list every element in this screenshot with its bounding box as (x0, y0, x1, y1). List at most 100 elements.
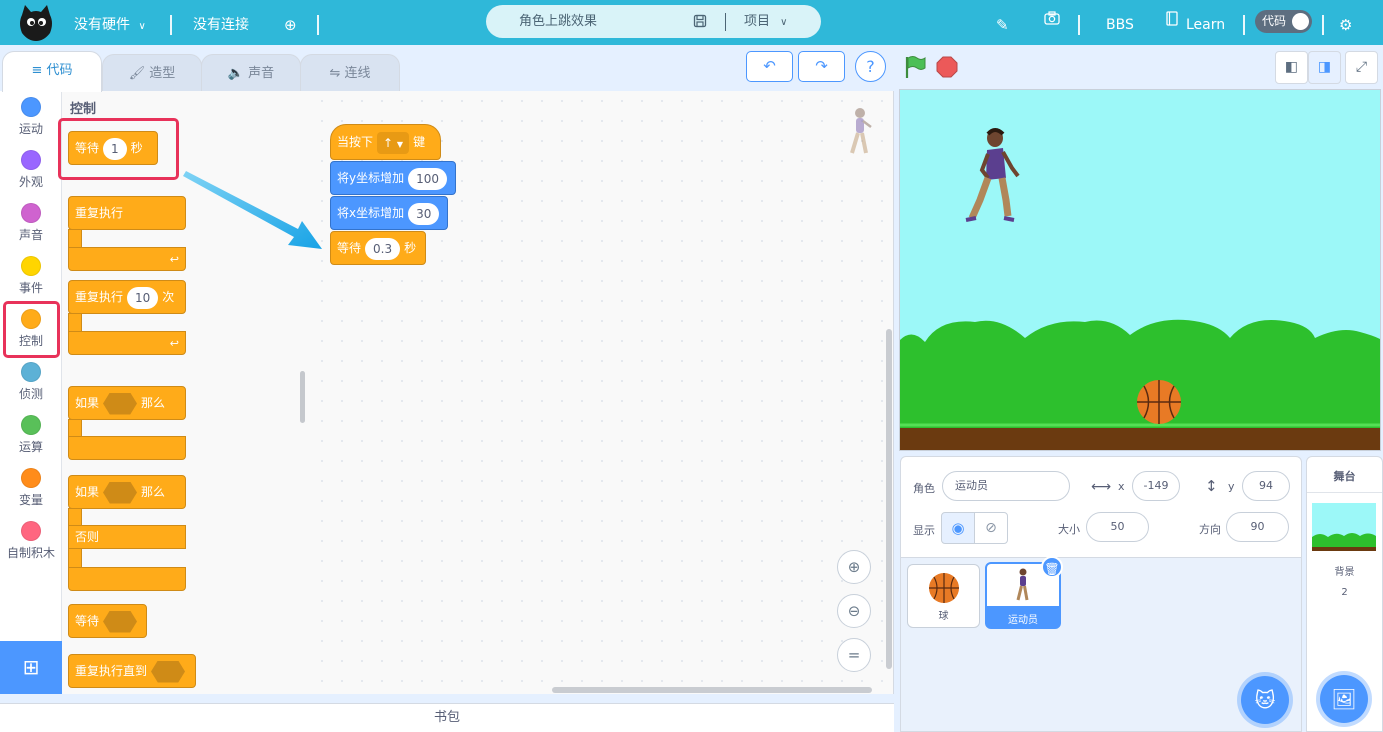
large-stage-button[interactable]: ◨ (1308, 51, 1341, 84)
condition-slot[interactable] (103, 392, 138, 415)
change-x-block[interactable]: 将x坐标增加 30 (330, 196, 448, 230)
when-key-pressed-block[interactable]: 当按下 ↑ ▼ 键 (330, 124, 441, 160)
category-label: 自制积木 (6, 546, 55, 560)
zoom-out-button[interactable]: ⊖ (837, 594, 871, 628)
category-dot (21, 150, 41, 170)
size-input[interactable]: 50 (1086, 512, 1149, 542)
wiring-icon: ⇋ (329, 66, 341, 81)
hide-sprite-button[interactable]: ⊘ (974, 512, 1008, 544)
basketball-sprite[interactable] (1137, 380, 1181, 424)
tab-sound[interactable]: 🔈 声音 (201, 54, 301, 91)
category-operators[interactable]: 运算 (0, 415, 62, 455)
category-motion[interactable]: 运动 (0, 97, 62, 137)
category-label: 运算 (18, 440, 43, 454)
divider (1243, 15, 1245, 35)
camera-icon[interactable] (1044, 11, 1060, 25)
globe-icon[interactable]: ⊕ (284, 0, 297, 45)
add-sprite-button[interactable]: 🐱 (1241, 676, 1289, 724)
stage-panel-title: 舞台 (1307, 457, 1382, 493)
stop-icon[interactable] (936, 56, 958, 78)
if-then-block[interactable]: 如果 那么 (68, 386, 186, 420)
add-extension-button[interactable]: ⊞ (0, 641, 62, 694)
athlete-icon (1016, 568, 1029, 601)
stage-canvas[interactable] (899, 89, 1381, 451)
sprite-thumbnail-ball[interactable]: 球 (907, 564, 980, 628)
divider (317, 15, 319, 35)
delete-sprite-button[interactable]: 🗑 (1041, 556, 1063, 578)
block-label: 那么 (141, 396, 166, 410)
category-dot (21, 362, 41, 382)
category-looks[interactable]: 外观 (0, 150, 62, 190)
project-menu-label: 项目 (744, 14, 771, 29)
x-position-input[interactable]: -149 (1132, 471, 1180, 501)
small-stage-button[interactable]: ◧ (1275, 51, 1308, 84)
category-dot (21, 97, 41, 117)
key-dropdown[interactable]: ↑ ▼ (377, 131, 410, 154)
wait-seconds-block[interactable]: 等待 0.3 秒 (330, 231, 426, 265)
pencil-icon[interactable]: ✎ (996, 0, 1009, 45)
zoom-reset-icon: = (847, 646, 861, 664)
change-y-input[interactable]: 100 (408, 167, 448, 190)
repeat-until-block[interactable]: 重复执行直到 (68, 654, 196, 688)
repeat-block[interactable]: 重复执行 10 次 (68, 280, 186, 314)
repeat-count-input[interactable]: 10 (127, 286, 159, 309)
code-mode-toggle[interactable]: 代码 (1255, 10, 1312, 33)
change-x-input[interactable]: 30 (408, 202, 440, 225)
tab-wiring[interactable]: ⇋ 连线 (300, 54, 400, 91)
help-button[interactable]: ? (855, 51, 886, 82)
green-flag-icon[interactable] (904, 55, 926, 79)
sprite-name-input[interactable]: 运动员 (942, 471, 1070, 501)
y-position-input[interactable]: 94 (1242, 471, 1290, 501)
block-label: 当按下 (337, 135, 374, 149)
if-then-else-block[interactable]: 如果 那么 (68, 475, 186, 509)
block-label: 重复执行直到 (75, 664, 148, 678)
redo-button[interactable]: ↷ (798, 51, 845, 82)
direction-input[interactable]: 90 (1226, 512, 1289, 542)
sprite-name-label: 角色 (913, 482, 935, 495)
palette-scrollbar[interactable] (300, 371, 305, 423)
forever-block[interactable]: 重复执行 (68, 196, 186, 230)
script-area[interactable]: 当按下 ↑ ▼ 键 将y坐标增加 100 将x坐标增加 30 等待 0.3 秒 ⊕ ⊖ = (312, 91, 894, 694)
fullscreen-button[interactable]: ⤢ (1345, 51, 1378, 84)
show-sprite-button[interactable]: ◉ (941, 512, 975, 544)
condition-slot[interactable] (103, 481, 138, 504)
block-label: 等待 (75, 614, 100, 628)
category-sensing[interactable]: 侦测 (0, 362, 62, 402)
wait-until-block[interactable]: 等待 (68, 604, 147, 638)
basketball-icon (928, 573, 959, 603)
script-vertical-scrollbar[interactable] (886, 329, 892, 669)
save-icon[interactable] (693, 14, 707, 28)
block-label: 否则 (75, 530, 100, 544)
connection-status[interactable]: 没有连接 (193, 0, 249, 45)
bbs-link[interactable]: BBS (1106, 0, 1134, 45)
toggle-knob (1292, 13, 1309, 30)
category-my-blocks[interactable]: 自制积木 (0, 521, 62, 561)
category-sound[interactable]: 声音 (0, 203, 62, 243)
project-title[interactable]: 角色上跳效果 (519, 5, 597, 38)
zoom-in-button[interactable]: ⊕ (837, 550, 871, 584)
learn-link[interactable]: Learn (1186, 0, 1225, 45)
cat-logo-icon[interactable] (16, 3, 56, 43)
wait-seconds-input[interactable]: 0.3 (365, 237, 401, 260)
stage-scene (900, 90, 1380, 450)
backpack-bar[interactable]: 书包 (0, 703, 894, 732)
gear-icon[interactable]: ⚙ (1339, 0, 1352, 45)
category-events[interactable]: 事件 (0, 256, 62, 296)
change-y-block[interactable]: 将y坐标增加 100 (330, 161, 456, 195)
hardware-menu[interactable]: 没有硬件 ∨ (74, 0, 146, 45)
block-arm (68, 508, 82, 526)
zoom-out-icon: ⊖ (847, 602, 861, 620)
tab-costume[interactable]: 🖌 造型 (102, 54, 202, 91)
condition-slot[interactable] (151, 660, 186, 683)
tab-code[interactable]: ≡ 代码 (2, 51, 102, 92)
category-label: 变量 (18, 493, 43, 507)
script-horizontal-scrollbar[interactable] (552, 687, 872, 693)
undo-button[interactable]: ↶ (746, 51, 793, 82)
project-menu[interactable]: 项目 ∨ (744, 5, 787, 39)
zoom-reset-button[interactable]: = (837, 638, 871, 672)
category-variables[interactable]: 变量 (0, 468, 62, 508)
stage-selector[interactable]: 舞台 背景 2 🖼 (1306, 456, 1383, 732)
condition-slot[interactable] (103, 610, 138, 633)
add-backdrop-button[interactable]: 🖼 (1320, 675, 1368, 723)
backdrop-label: 背景 (1334, 567, 1355, 578)
